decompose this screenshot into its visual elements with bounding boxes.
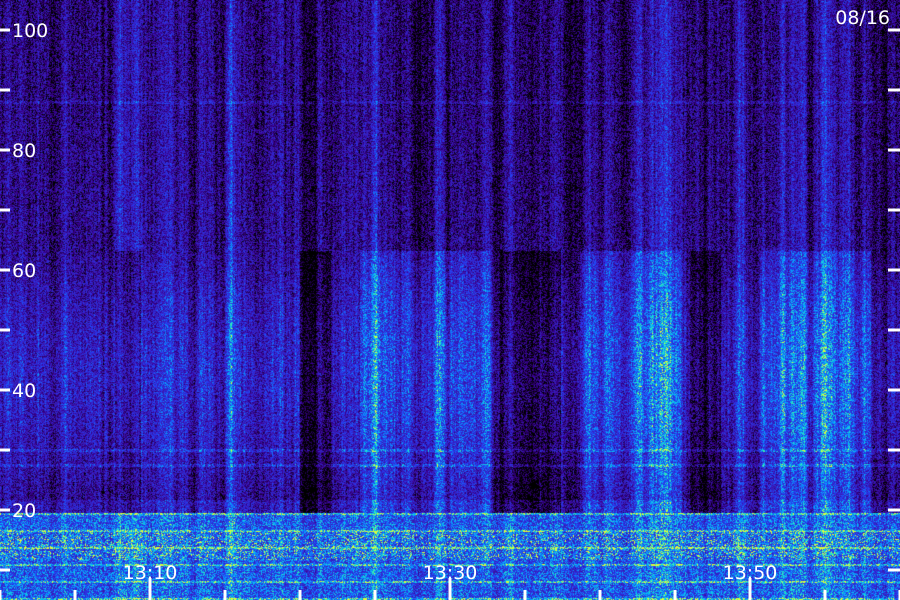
y-axis: 100 80 60 40 20 — [0, 20, 900, 572]
y-tick-label: 60 — [12, 260, 36, 282]
axes-overlay: 100 80 60 40 20 13:10 13:30 13:50 08/16 — [0, 7, 900, 600]
y-tick-label: 100 — [12, 20, 48, 42]
y-tick-label: 40 — [12, 380, 36, 402]
y-tick-label: 80 — [12, 140, 36, 162]
x-axis: 13:10 13:30 13:50 — [0, 562, 900, 600]
y-tick-label: 20 — [12, 500, 36, 522]
date-label: 08/16 — [835, 7, 890, 29]
